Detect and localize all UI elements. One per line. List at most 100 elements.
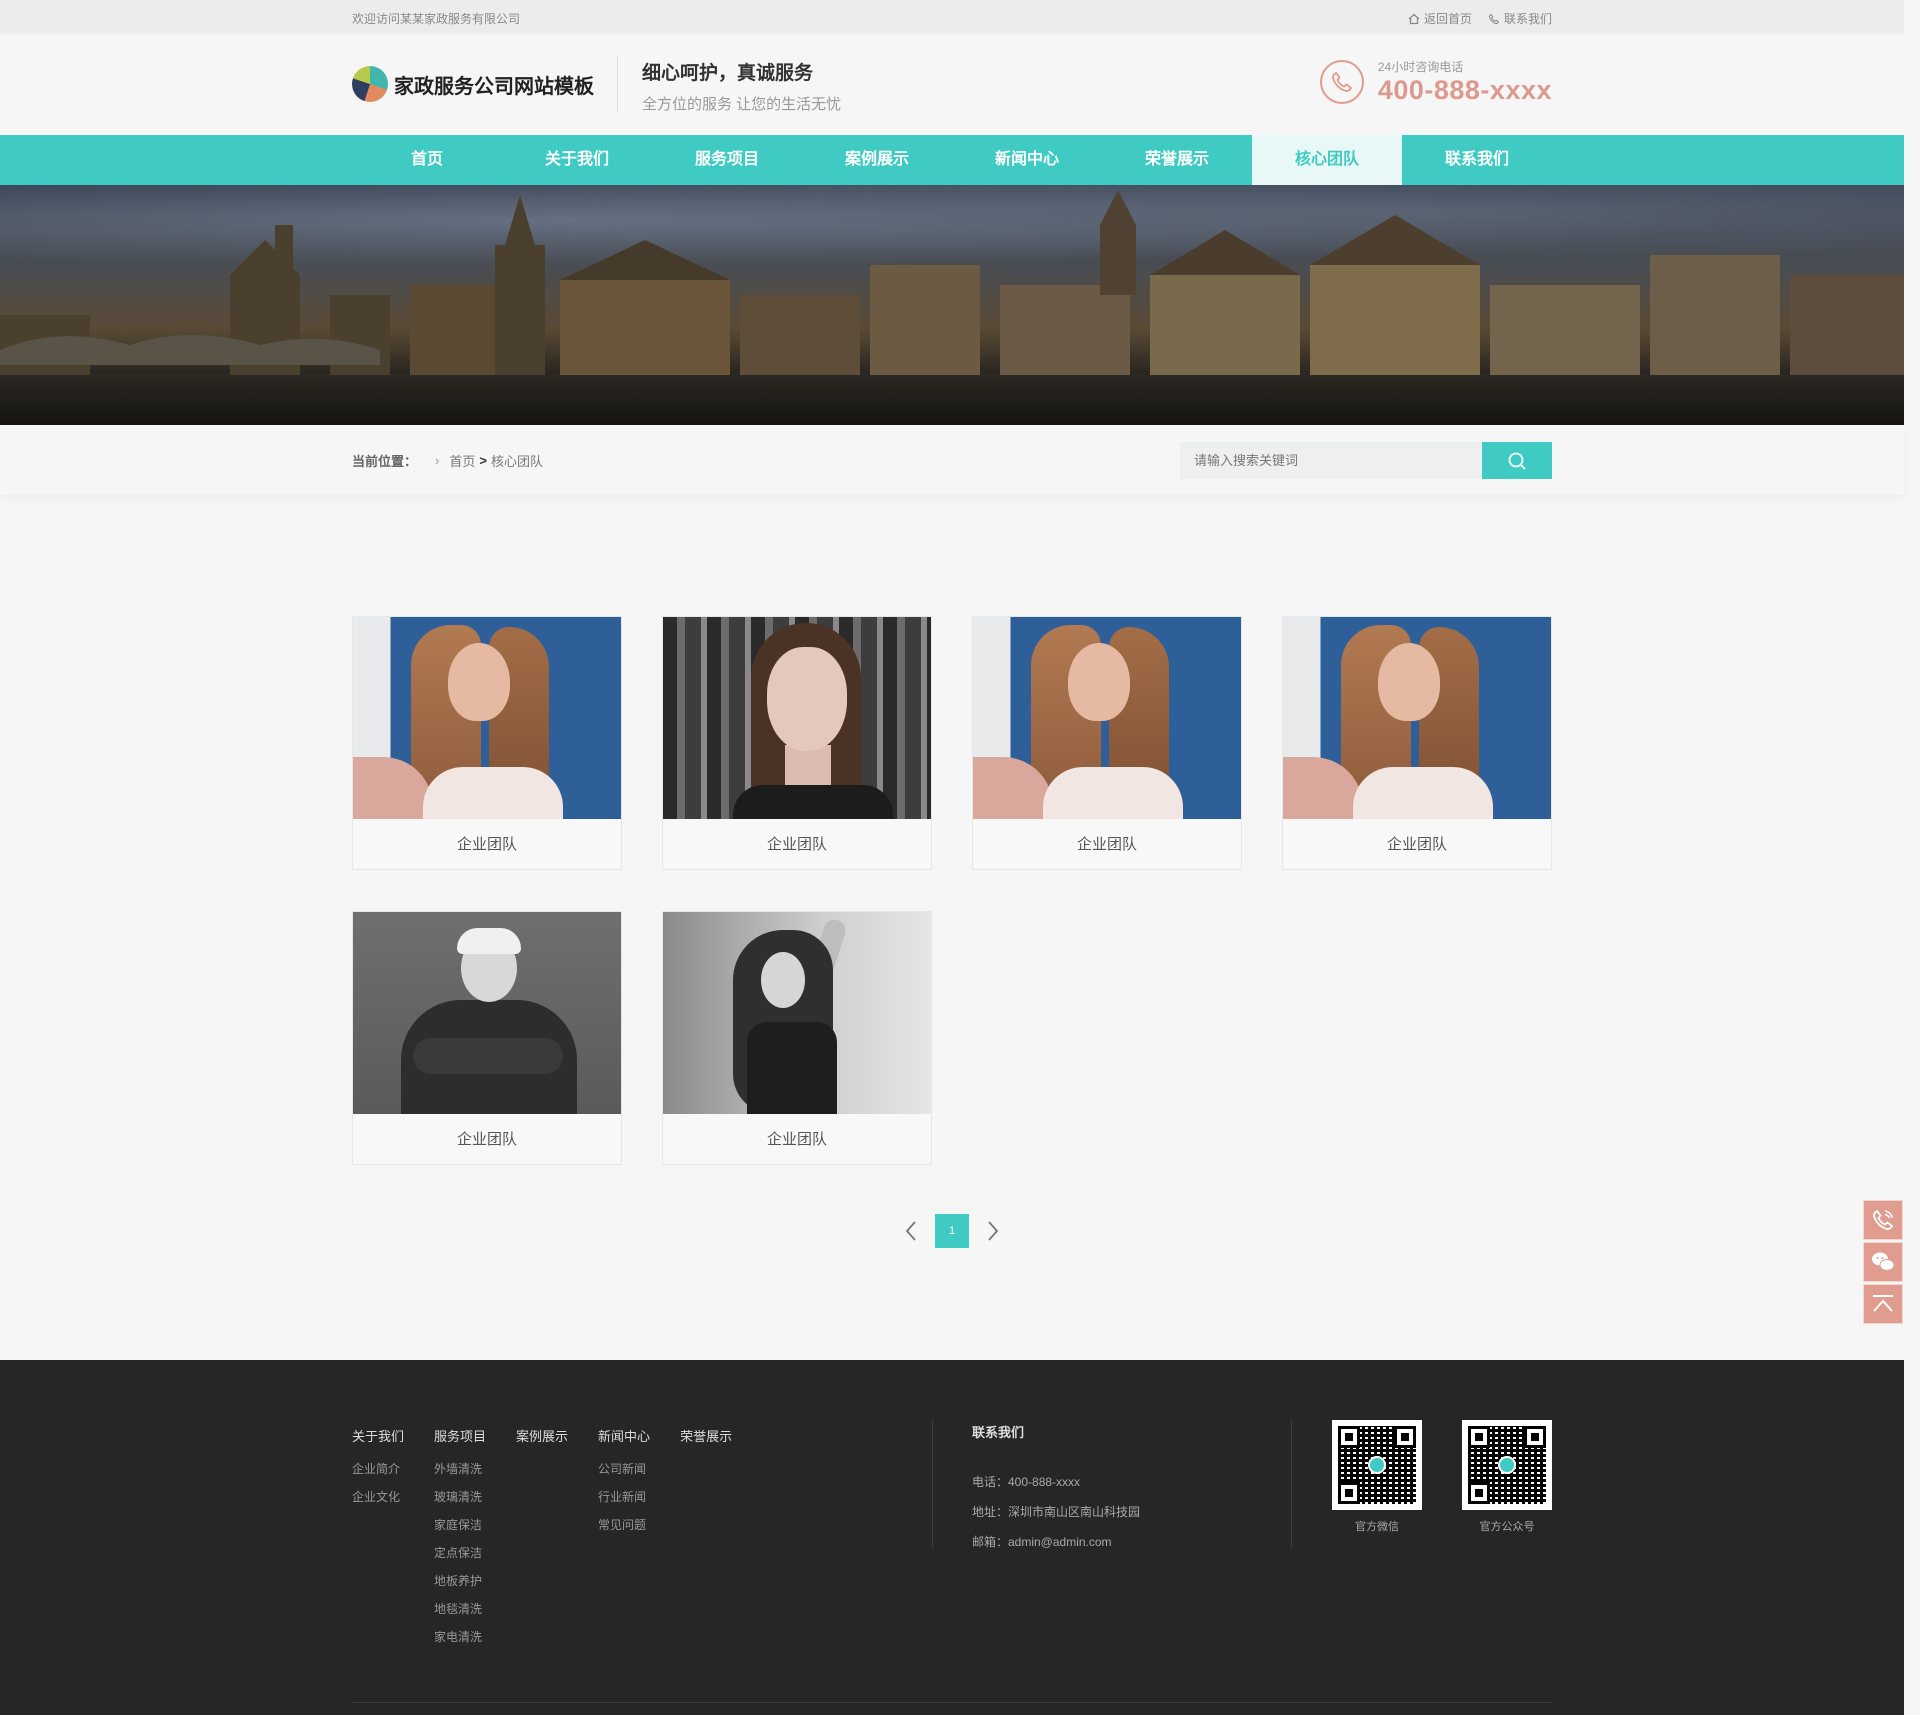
home-icon <box>1408 13 1420 24</box>
footer-link[interactable]: 外墙清洗 <box>434 1455 486 1483</box>
nav-item-home[interactable]: 首页 <box>352 135 502 185</box>
footer-contact: 联系我们 电话：400-888-xxxx 地址：深圳市南山区南山科技园 邮箱：a… <box>972 1422 1140 1557</box>
team-photo <box>663 912 931 1114</box>
slogan-sub: 全方位的服务 让您的生活无忧 <box>642 96 842 113</box>
footer-divider <box>932 1420 933 1548</box>
nav-item-about[interactable]: 关于我们 <box>502 135 652 185</box>
footer-link[interactable]: 公司新闻 <box>598 1455 650 1483</box>
search-input[interactable] <box>1180 442 1482 479</box>
footer-email: 邮箱：admin@admin.com <box>972 1535 1112 1549</box>
contact-link[interactable]: 联系我们 <box>1488 10 1552 27</box>
footer-column-title[interactable]: 荣誉展示 <box>680 1426 732 1445</box>
team-card[interactable]: 企业团队 <box>662 616 932 870</box>
nav-item-contact[interactable]: 联系我们 <box>1402 135 1552 185</box>
footer-link[interactable]: 地板养护 <box>434 1567 486 1595</box>
hotline-label: 24小时咨询电话 <box>1377 60 1464 74</box>
footer-links: 关于我们 企业简介 企业文化 服务项目 外墙清洗 玻璃清洗 家庭保洁 定点保洁 … <box>352 1426 762 1651</box>
qr-official-account: 官方公众号 <box>1462 1420 1552 1534</box>
team-photo <box>663 617 931 819</box>
footer-phone: 电话：400-888-xxxx <box>972 1475 1081 1489</box>
qr-label: 官方微信 <box>1355 1521 1399 1533</box>
team-card[interactable]: 企业团队 <box>1282 616 1552 870</box>
page-banner <box>0 185 1904 425</box>
team-caption: 企业团队 <box>456 1131 517 1148</box>
breadcrumb-separator: > <box>479 453 487 468</box>
home-link-label: 返回首页 <box>1423 12 1472 26</box>
chevron-left-icon <box>905 1221 916 1241</box>
welcome-text: 欢迎访问某某家政服务有限公司 <box>352 12 521 26</box>
team-photo <box>353 617 621 819</box>
hotline-phone-icon <box>1319 60 1364 104</box>
prev-page-button[interactable] <box>901 1214 921 1248</box>
footer-column: 关于我们 企业简介 企业文化 <box>352 1426 404 1651</box>
footer-link[interactable]: 家庭保洁 <box>434 1511 486 1539</box>
footer-link[interactable]: 企业文化 <box>352 1483 404 1511</box>
site-logo[interactable]: 家政服务公司网站模板 <box>352 66 594 102</box>
footer-link[interactable]: 定点保洁 <box>434 1539 486 1567</box>
qr-wechat: 官方微信 <box>1332 1420 1422 1534</box>
footer-column-title[interactable]: 新闻中心 <box>598 1426 650 1445</box>
team-photo <box>973 617 1241 819</box>
footer-column-title[interactable]: 服务项目 <box>434 1426 486 1445</box>
footer-column-title[interactable]: 关于我们 <box>352 1426 404 1445</box>
search-box <box>1180 442 1552 479</box>
phone-icon <box>1873 1209 1894 1230</box>
hotline-number: 400-888-xxxx <box>1377 75 1552 105</box>
float-phone-button[interactable] <box>1863 1200 1903 1240</box>
arrow-up-icon <box>1873 1295 1893 1312</box>
team-caption: 企业团队 <box>766 836 827 853</box>
breadcrumb-bar: 当前位置： › 首页 > 核心团队 <box>0 425 1904 495</box>
next-page-button[interactable] <box>983 1214 1003 1248</box>
banner-water <box>0 375 1904 425</box>
hotline: 24小时咨询电话 400-888-xxxx <box>1319 58 1552 106</box>
breadcrumb-label: 当前位置： <box>352 454 418 469</box>
footer-link[interactable]: 企业简介 <box>352 1455 404 1483</box>
breadcrumb-home[interactable]: 首页 <box>449 451 475 470</box>
footer-column: 荣誉展示 <box>680 1426 732 1651</box>
contact-link-label: 联系我们 <box>1503 12 1552 26</box>
footer-address: 地址：深圳市南山区南山科技园 <box>972 1505 1141 1519</box>
nav-item-team[interactable]: 核心团队 <box>1252 135 1402 185</box>
qr-code-icon <box>1332 1420 1422 1510</box>
logo-mark-icon <box>352 66 388 102</box>
slogan-main: 细心呵护，真诚服务 <box>642 63 814 84</box>
side-float-bar <box>1863 1200 1903 1326</box>
qr-code-icon <box>1462 1420 1552 1510</box>
team-card[interactable]: 企业团队 <box>352 911 622 1165</box>
slogan: 细心呵护，真诚服务 全方位的服务 让您的生活无忧 <box>617 56 842 113</box>
home-link[interactable]: 返回首页 <box>1408 10 1472 27</box>
footer-link[interactable]: 家电清洗 <box>434 1623 486 1651</box>
footer-link[interactable]: 玻璃清洗 <box>434 1483 486 1511</box>
team-card[interactable]: 企业团队 <box>972 616 1242 870</box>
team-caption: 企业团队 <box>1386 836 1447 853</box>
nav-item-services[interactable]: 服务项目 <box>652 135 802 185</box>
float-wechat-button[interactable] <box>1863 1242 1903 1282</box>
top-bar: 欢迎访问某某家政服务有限公司 返回首页 联系我们 <box>0 0 1904 34</box>
footer-column: 新闻中心 公司新闻 行业新闻 常见问题 <box>598 1426 650 1651</box>
footer-link[interactable]: 常见问题 <box>598 1511 650 1539</box>
wechat-icon <box>1872 1252 1895 1271</box>
footer-qrcodes: 官方微信 官方公众号 <box>1332 1420 1552 1534</box>
main-nav: 首页 关于我们 服务项目 案例展示 新闻中心 荣誉展示 核心团队 联系我们 <box>0 135 1904 185</box>
search-button[interactable] <box>1482 442 1552 479</box>
footer-divider <box>1291 1420 1292 1548</box>
breadcrumb-current[interactable]: 核心团队 <box>491 451 543 470</box>
team-photo <box>353 912 621 1114</box>
site-footer: 关于我们 企业简介 企业文化 服务项目 外墙清洗 玻璃清洗 家庭保洁 定点保洁 … <box>0 1360 1904 1715</box>
qr-label: 官方公众号 <box>1479 1521 1535 1533</box>
page-number[interactable]: 1 <box>935 1214 969 1248</box>
footer-contact-title: 联系我们 <box>972 1425 1025 1440</box>
nav-item-honors[interactable]: 荣誉展示 <box>1102 135 1252 185</box>
breadcrumb: 当前位置： › 首页 > 核心团队 <box>352 451 543 470</box>
back-to-top-button[interactable] <box>1863 1284 1903 1324</box>
team-photo <box>1283 617 1551 819</box>
team-caption: 企业团队 <box>766 1131 827 1148</box>
nav-item-cases[interactable]: 案例展示 <box>802 135 952 185</box>
footer-column-title[interactable]: 案例展示 <box>516 1426 568 1445</box>
footer-link[interactable]: 行业新闻 <box>598 1483 650 1511</box>
team-card[interactable]: 企业团队 <box>352 616 622 870</box>
chevron-right-icon: › <box>435 453 440 468</box>
footer-link[interactable]: 地毯清洗 <box>434 1595 486 1623</box>
nav-item-news[interactable]: 新闻中心 <box>952 135 1102 185</box>
team-card[interactable]: 企业团队 <box>662 911 932 1165</box>
